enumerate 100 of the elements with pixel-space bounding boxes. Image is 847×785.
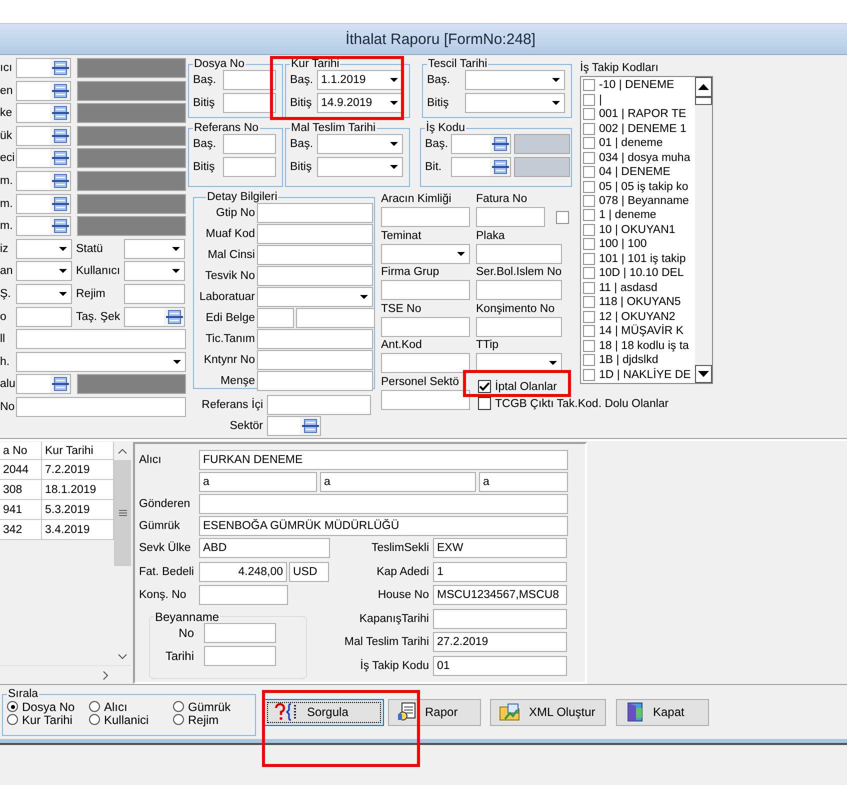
text-field[interactable] (257, 308, 294, 328)
radio-circle[interactable] (173, 701, 184, 712)
text-field[interactable]: 1 (433, 562, 567, 582)
code-field[interactable] (451, 134, 511, 154)
list-item[interactable]: 12 | OKUYAN2 (583, 310, 693, 324)
code-field[interactable] (16, 216, 71, 236)
checkbox[interactable] (583, 122, 595, 135)
code-field[interactable] (267, 416, 321, 436)
lookup-button[interactable] (50, 149, 70, 168)
code-field[interactable] (16, 103, 71, 124)
lookup-button[interactable] (490, 158, 510, 176)
date-picker[interactable] (317, 134, 403, 154)
code-field[interactable] (16, 80, 71, 101)
lookup-button[interactable] (50, 126, 70, 145)
text-field[interactable]: 4.248,00 (199, 562, 287, 582)
checkbox[interactable] (583, 79, 595, 92)
list-item[interactable]: 14 | MÜŞAVİR K (583, 324, 693, 338)
text-field[interactable] (16, 396, 186, 417)
text-field[interactable]: ESENBOĞA GÜMRÜK MÜDÜRLÜĞÜ (199, 516, 568, 536)
action-button[interactable]: Rapor (388, 698, 481, 726)
list-item[interactable]: 100 | 100 (583, 237, 693, 252)
lookup-button[interactable] (300, 417, 320, 435)
text-field[interactable] (204, 646, 276, 666)
list-item[interactable]: 1 | deneme (583, 208, 693, 223)
text-field[interactable]: a (479, 472, 568, 492)
text-field[interactable] (257, 329, 373, 349)
text-field[interactable] (124, 284, 185, 304)
action-button[interactable]: XML Oluştur (490, 698, 606, 726)
code-field[interactable] (16, 170, 71, 191)
list-item[interactable]: 10D | 10.10 DEL (583, 266, 693, 281)
checkbox[interactable] (583, 180, 595, 193)
text-field[interactable] (476, 207, 545, 227)
list-item[interactable]: 01 | deneme (583, 136, 693, 150)
date-picker[interactable]: 14.9.2019 (317, 93, 403, 113)
text-field[interactable] (296, 308, 375, 328)
checkbox[interactable] (583, 224, 595, 236)
text-field[interactable]: 01 (433, 656, 567, 676)
list-item[interactable]: 1B | djdslkd (583, 352, 693, 368)
scroll-up-button[interactable] (695, 77, 712, 97)
list-item[interactable]: 05 | 05 iş takip ko (583, 179, 693, 194)
column-header[interactable]: Kur Tarihi (42, 442, 114, 460)
checkbox[interactable] (583, 166, 595, 178)
list-item[interactable]: 002 | DENEME 1 (583, 121, 693, 136)
checkbox[interactable] (478, 397, 491, 410)
currency-field[interactable]: USD (289, 562, 329, 582)
dropdown[interactable] (124, 261, 185, 282)
text-field[interactable] (476, 244, 562, 264)
text-field[interactable] (257, 350, 373, 370)
list-item[interactable]: 118 | OKUYAN5 (583, 295, 693, 310)
dropdown[interactable] (124, 238, 185, 259)
text-field[interactable] (257, 224, 373, 244)
text-field[interactable] (257, 266, 373, 286)
code-field[interactable] (16, 194, 71, 214)
text-field[interactable] (16, 306, 72, 327)
sort-radio[interactable]: Kur Tarihi (7, 713, 89, 726)
list-item[interactable]: 1D | NAKLİYE DE (583, 367, 693, 382)
code-field[interactable] (16, 58, 71, 78)
dropdown[interactable] (16, 284, 72, 304)
text-field[interactable] (257, 371, 373, 391)
text-field[interactable] (199, 494, 568, 514)
lookup-button[interactable] (50, 82, 70, 100)
text-field[interactable] (257, 203, 373, 223)
checkbox[interactable] (583, 194, 595, 207)
code-field[interactable] (16, 148, 71, 168)
dropdown[interactable] (257, 287, 373, 307)
checkbox[interactable] (583, 354, 595, 366)
lookup-button[interactable] (50, 104, 70, 122)
text-field[interactable] (381, 280, 470, 300)
text-field[interactable] (381, 207, 470, 227)
text-field[interactable]: FURKAN DENEME (199, 450, 568, 470)
text-field[interactable]: MSCU1234567,MSCU8 (433, 585, 567, 605)
checkbox[interactable] (583, 296, 595, 308)
checkbox[interactable] (583, 282, 595, 294)
text-field[interactable]: 27.2.2019 (433, 632, 567, 652)
sort-radio[interactable]: Rejim (173, 713, 253, 726)
list-item[interactable]: 10 | OKUYAN1 (583, 222, 693, 238)
text-field[interactable] (433, 608, 567, 628)
list-item[interactable]: -10 | DENEME (583, 78, 693, 92)
scroll-down-button[interactable] (695, 365, 712, 383)
action-button[interactable]: Kapat (616, 698, 709, 726)
lookup-button[interactable] (50, 172, 70, 190)
lookup-button[interactable] (490, 135, 510, 153)
text-field[interactable] (223, 157, 276, 177)
checkbox[interactable] (583, 94, 595, 106)
text-field[interactable] (381, 316, 470, 336)
text-field[interactable] (223, 93, 276, 113)
sort-radio[interactable]: Alıcı (89, 700, 173, 713)
radio-circle[interactable] (89, 701, 100, 712)
radio-circle[interactable] (7, 714, 18, 725)
radio-circle[interactable] (7, 701, 18, 712)
date-picker[interactable] (317, 157, 403, 177)
list-item[interactable]: 101 | 101 iş takip (583, 252, 693, 266)
checkbox[interactable] (583, 209, 595, 222)
text-field[interactable] (223, 70, 276, 90)
date-picker[interactable] (465, 93, 565, 113)
radio-circle[interactable] (173, 714, 184, 725)
sort-radio[interactable]: Gümrük (173, 700, 253, 713)
list-item[interactable]: 078 | Beyanname (583, 194, 693, 208)
list-item[interactable]: 18 | 18 kodlu iş ta (583, 338, 693, 353)
text-field[interactable] (204, 622, 276, 642)
